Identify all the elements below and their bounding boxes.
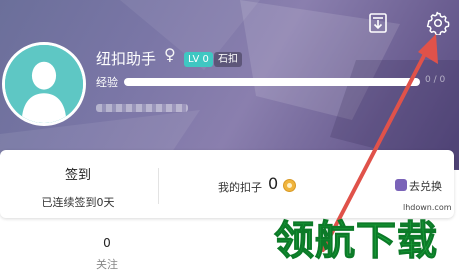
watermark-site: lhdown.com [403,203,452,212]
download-button[interactable] [364,9,392,37]
coins-label: 我的扣子 [218,181,262,194]
coins-value: 0 [268,174,279,193]
download-icon [369,13,387,33]
gender-icon: ♀ [164,45,176,64]
user-silhouette-icon [5,45,83,123]
rank-badge: 石扣 [214,52,242,67]
exchange-button[interactable]: 去兑换 [409,178,442,194]
follow-count[interactable]: 0 [96,236,118,250]
avatar[interactable] [2,42,86,126]
blurred-bio [96,104,188,112]
exp-value: 0 / 0 [425,75,446,85]
username: 纽扣助手 [96,50,157,68]
level-badge: LV 0 [184,52,213,67]
exp-label: 经验 [96,76,118,89]
follow-label[interactable]: 关注 [92,256,122,272]
profile-header: 纽扣助手 ♀ LV 0 石扣 经验 0 / 0 [0,0,459,170]
settings-icon [426,11,450,35]
divider [158,168,159,204]
exp-progress-bar [124,78,420,86]
exchange-icon[interactable] [395,179,407,191]
settings-button[interactable] [424,9,452,37]
checkin-button[interactable]: 签到 [30,164,126,183]
watermark-logo: 领航下载 [274,218,438,265]
coin-icon [283,179,296,192]
checkin-streak: 已连续签到0天 [41,196,115,209]
